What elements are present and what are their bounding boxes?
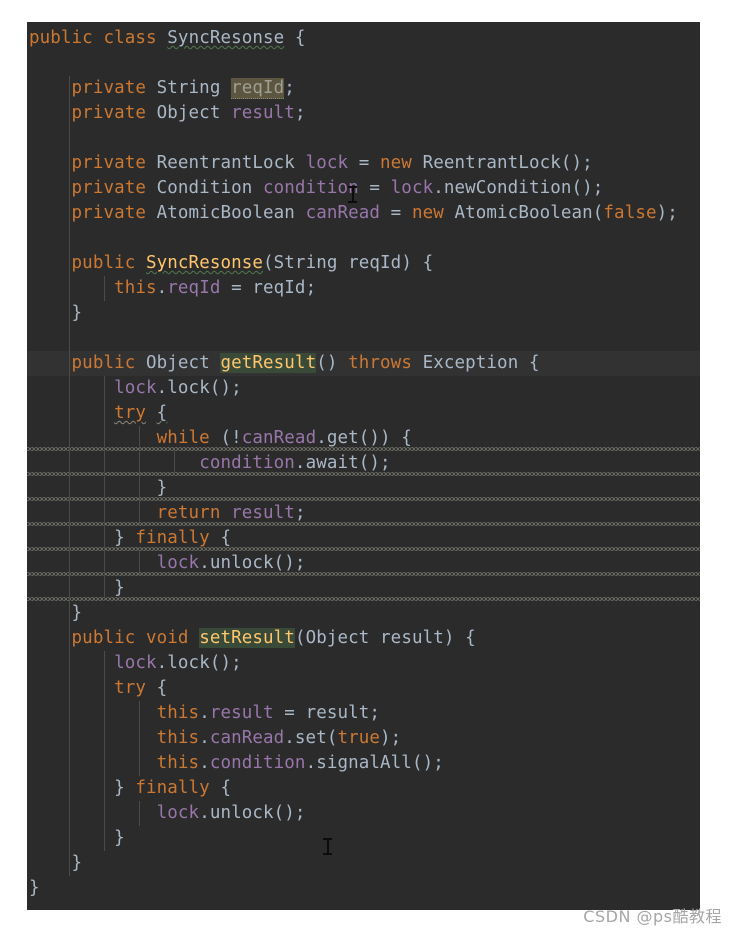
code-line[interactable]: public class SyncResonse { (27, 26, 700, 51)
code-line[interactable] (27, 51, 700, 76)
code-line[interactable] (27, 326, 700, 351)
code-line[interactable]: lock.unlock(); (27, 551, 700, 576)
code-line[interactable]: lock.lock(); (27, 376, 700, 401)
code-line[interactable]: } (27, 576, 700, 601)
code-line[interactable]: condition.await(); (27, 451, 700, 476)
code-lines-container[interactable]: public class SyncResonse { private Strin… (27, 22, 700, 901)
code-line[interactable]: this.canRead.set(true); (27, 726, 700, 751)
code-line[interactable]: } finally { (27, 776, 700, 801)
code-line[interactable]: private Condition condition = lock.newCo… (27, 176, 700, 201)
code-line[interactable]: } (27, 601, 700, 626)
screenshot-root: public class SyncResonse { private Strin… (0, 0, 732, 935)
code-line[interactable]: try { (27, 401, 700, 426)
usage-highlight-setresult[interactable]: setResult (199, 628, 295, 648)
code-line[interactable]: } (27, 826, 700, 851)
code-line[interactable]: } (27, 301, 700, 326)
code-line[interactable]: lock.lock(); (27, 651, 700, 676)
code-line[interactable]: while (!canRead.get()) { (27, 426, 700, 451)
code-line[interactable]: private Object result; (27, 101, 700, 126)
code-line[interactable]: } finally { (27, 526, 700, 551)
code-line[interactable]: private String reqId; (27, 76, 700, 101)
usage-highlight-getresult[interactable]: getResult (220, 353, 317, 373)
code-editor-panel[interactable]: public class SyncResonse { private Strin… (27, 22, 700, 910)
search-highlight-reqid[interactable]: reqId (231, 78, 285, 99)
code-line[interactable]: this.result = result; (27, 701, 700, 726)
code-line[interactable]: public Object getResult() throws Excepti… (27, 351, 700, 376)
code-line[interactable]: this.condition.signalAll(); (27, 751, 700, 776)
code-line[interactable]: } (27, 851, 700, 876)
code-line[interactable]: lock.unlock(); (27, 801, 700, 826)
code-line[interactable]: try { (27, 676, 700, 701)
code-line[interactable]: public SyncResonse(String reqId) { (27, 251, 700, 276)
code-line[interactable]: this.reqId = reqId; (27, 276, 700, 301)
code-line[interactable] (27, 126, 700, 151)
code-line[interactable]: } (27, 476, 700, 501)
watermark-text: CSDN @ps酷教程 (583, 907, 722, 926)
code-line[interactable]: public void setResult(Object result) { (27, 626, 700, 651)
code-line[interactable] (27, 226, 700, 251)
code-line[interactable]: private ReentrantLock lock = new Reentra… (27, 151, 700, 176)
code-line[interactable]: private AtomicBoolean canRead = new Atom… (27, 201, 700, 226)
code-line[interactable]: return result; (27, 501, 700, 526)
code-line[interactable]: } (27, 876, 700, 901)
